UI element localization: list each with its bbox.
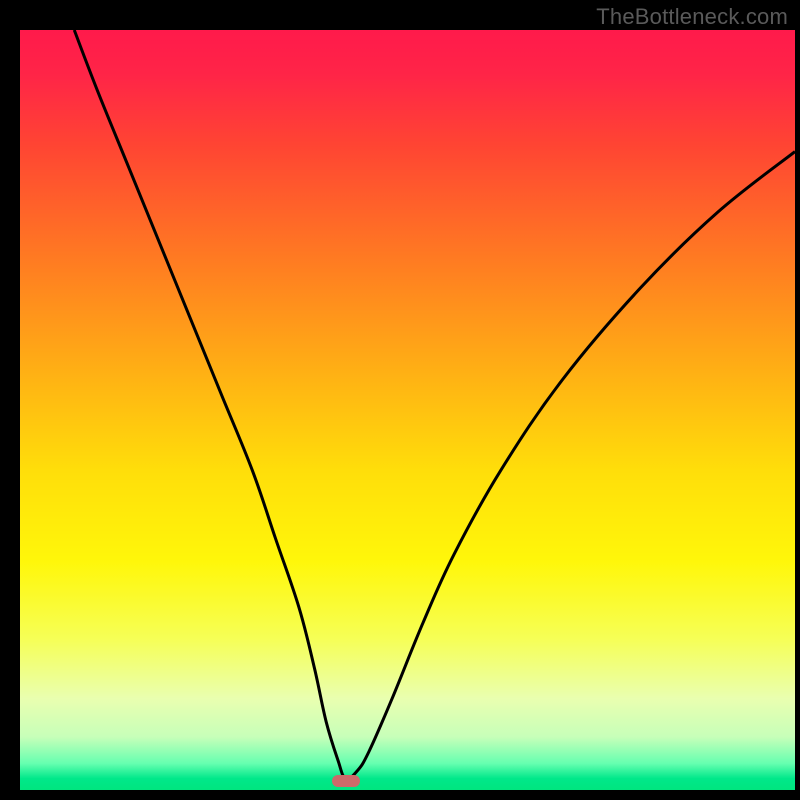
optimal-marker [332, 775, 360, 787]
chart-frame: TheBottleneck.com [0, 0, 800, 800]
gradient-rect [20, 30, 795, 790]
gradient-background [20, 30, 795, 790]
plot-area [20, 30, 795, 790]
attribution-label: TheBottleneck.com [596, 4, 788, 30]
